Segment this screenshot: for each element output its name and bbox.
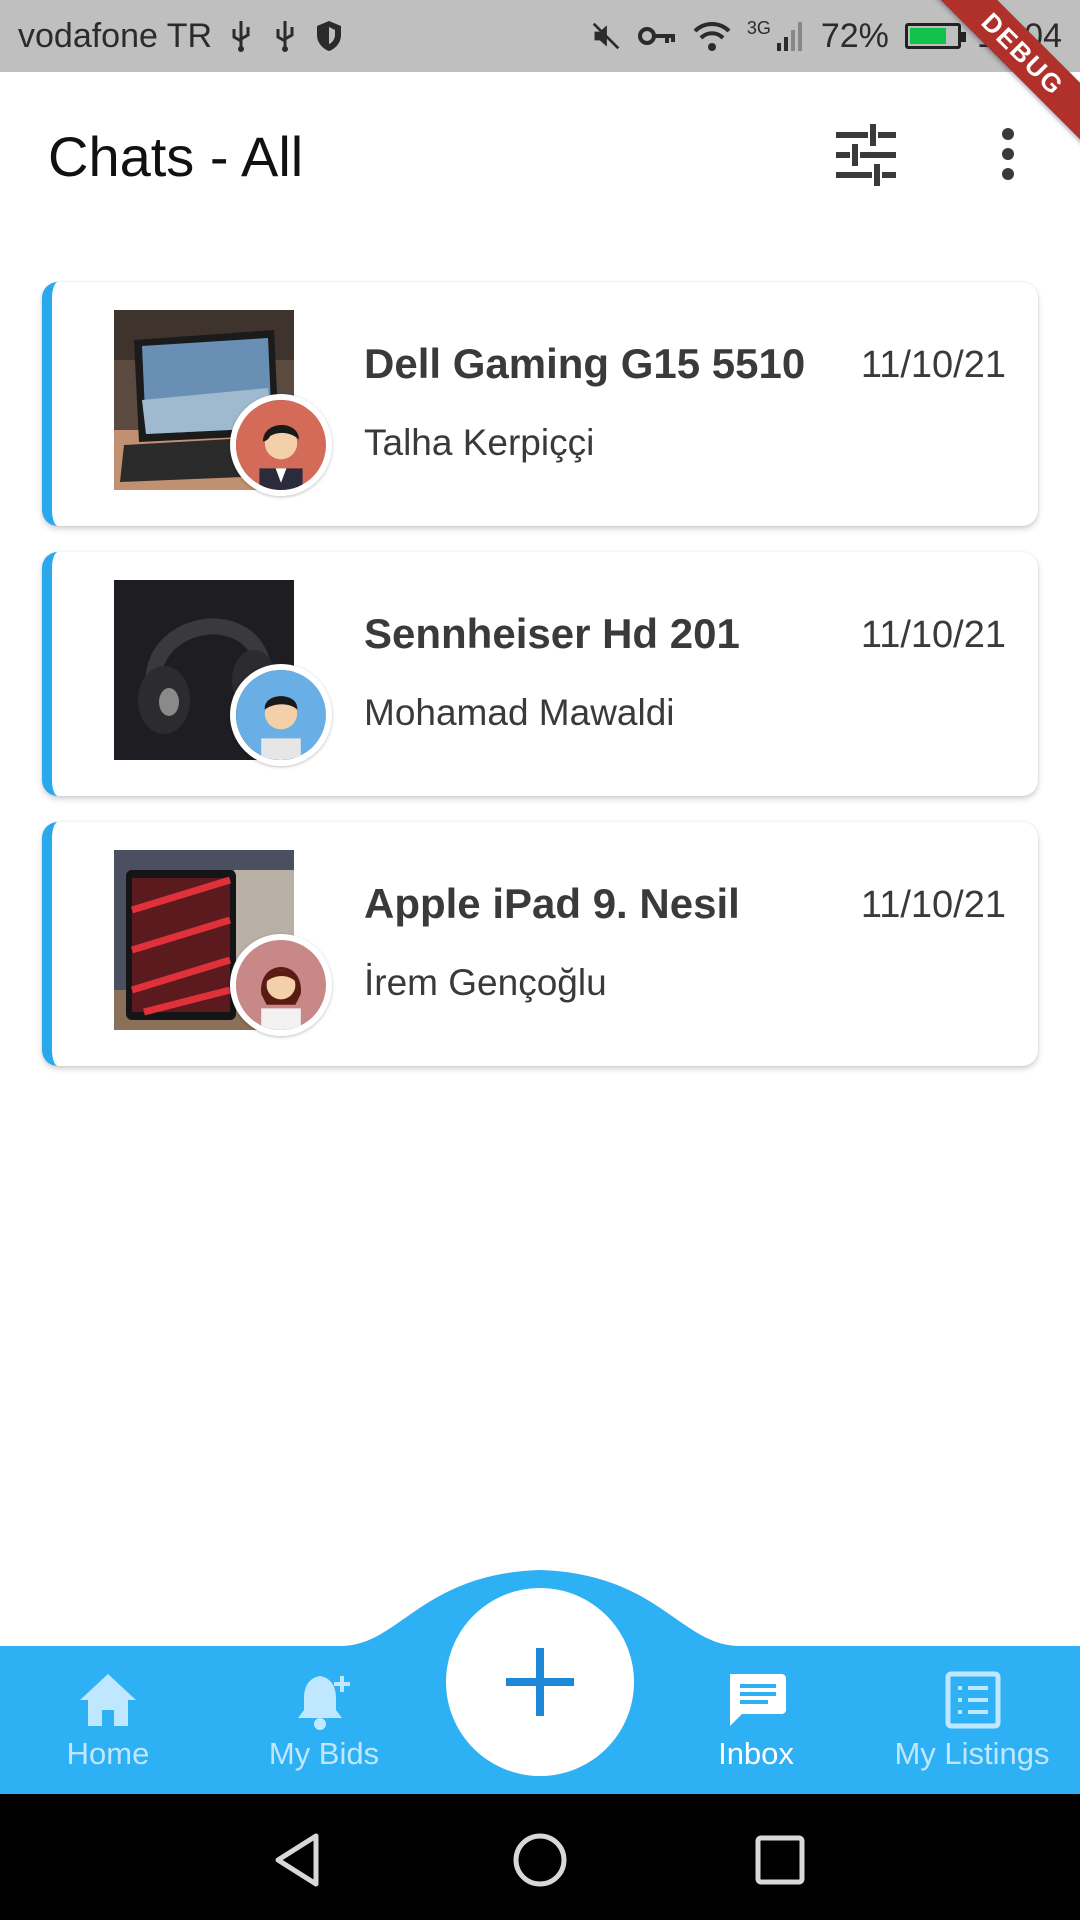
chat-date: 11/10/21 [860, 884, 1006, 926]
tune-icon[interactable] [830, 120, 900, 190]
usb-icon [276, 21, 294, 52]
carrier-label: vodafone TR [18, 16, 213, 55]
nav-inbox-label: Inbox [718, 1736, 794, 1771]
plus-icon [506, 1648, 574, 1716]
avatar [230, 394, 332, 496]
chat-date: 11/10/21 [860, 614, 1006, 656]
chat-user-name: Talha Kerpiççi [364, 422, 595, 463]
nav-my-bids[interactable]: My Bids [224, 1670, 424, 1772]
chat-user-name: Mohamad Mawaldi [364, 692, 675, 733]
nav-inbox[interactable]: Inbox [656, 1670, 856, 1772]
chat-card[interactable]: Sennheiser Hd 201 11/10/21 Mohamad Mawal… [42, 552, 1038, 796]
more-vert-icon[interactable] [980, 120, 1036, 190]
wifi-icon [693, 21, 731, 51]
avatar [230, 934, 332, 1036]
chat-card[interactable]: Apple iPad 9. Nesil 11/10/21 İrem Gençoğ… [42, 822, 1038, 1066]
usb-icon [232, 21, 250, 52]
key-icon [637, 27, 675, 45]
app-bar: Chats - All [0, 72, 1080, 242]
signal-icon [776, 22, 802, 51]
bell-plus-icon [298, 1676, 350, 1730]
chat-item-title: Dell Gaming G15 5510 [364, 340, 806, 387]
status-bar: vodafone TR 3G 72% 19:04 [0, 0, 1080, 72]
chat-list: Dell Gaming G15 5510 11/10/21 Talha Kerp… [42, 282, 1038, 1092]
page-title: Chats - All [48, 125, 304, 188]
shield-icon [317, 21, 342, 51]
chat-icon [730, 1674, 786, 1726]
home-circle-icon[interactable] [510, 1830, 570, 1890]
battery-icon [904, 23, 966, 49]
add-listing-button[interactable] [446, 1588, 634, 1776]
nav-home[interactable]: Home [8, 1670, 208, 1772]
chat-item-title: Sennheiser Hd 201 [364, 610, 740, 657]
nav-my-listings-label: My Listings [894, 1736, 1050, 1771]
chat-item-title: Apple iPad 9. Nesil [364, 880, 740, 927]
network-type-label: 3G [746, 17, 771, 38]
chat-user-name: İrem Gençoğlu [364, 962, 607, 1003]
nav-my-listings[interactable]: My Listings [872, 1670, 1072, 1772]
battery-percent: 72% [820, 16, 889, 55]
nav-my-bids-label: My Bids [268, 1736, 380, 1771]
chat-card[interactable]: Dell Gaming G15 5510 11/10/21 Talha Kerp… [42, 282, 1038, 526]
back-icon[interactable] [270, 1830, 330, 1890]
mute-icon [592, 22, 620, 50]
bottom-navigation: Home My Bids Inbox My Listings [0, 1570, 1080, 1794]
recents-icon[interactable] [750, 1830, 810, 1890]
list-icon [945, 1671, 1001, 1729]
system-navigation-bar [0, 1794, 1080, 1920]
avatar [230, 664, 332, 766]
nav-home-label: Home [66, 1736, 150, 1771]
chat-date: 11/10/21 [860, 344, 1006, 386]
home-icon [80, 1674, 136, 1726]
